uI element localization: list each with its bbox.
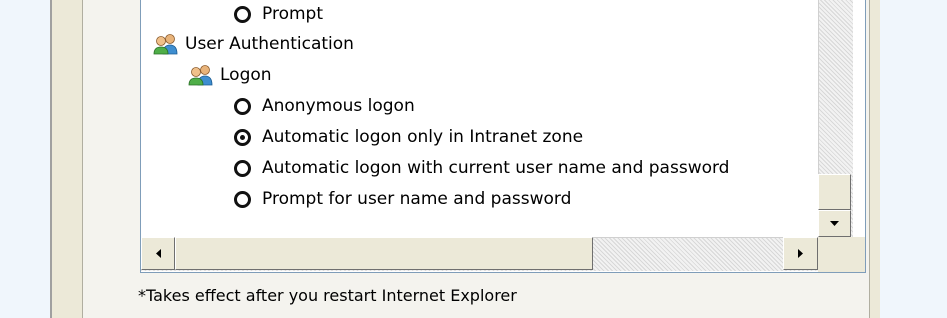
option-automatic-logon-current-user[interactable]: Automatic logon with current user name a… [234, 153, 729, 183]
background-right [878, 0, 947, 318]
scroll-down-button[interactable] [818, 210, 851, 237]
option-prompt-user-password[interactable]: Prompt for user name and password [234, 184, 571, 214]
option-label: Anonymous logon [262, 96, 415, 116]
group-user-authentication: User Authentication [153, 29, 354, 59]
scroll-left-button[interactable] [141, 237, 175, 270]
arrow-down-icon [830, 221, 839, 226]
user-authentication-label: User Authentication [185, 34, 354, 54]
horizontal-scroll-thumb[interactable] [175, 237, 593, 270]
option-prompt[interactable]: Prompt [234, 0, 323, 29]
radio-prompt[interactable] [234, 5, 251, 23]
restart-footnote: *Takes effect after you restart Internet… [138, 286, 517, 305]
radio-automatic-logon-current-user[interactable] [234, 159, 251, 177]
option-label: Prompt for user name and password [262, 189, 572, 209]
option-prompt-label: Prompt [262, 4, 323, 24]
users-icon [188, 65, 213, 86]
scrollbar-corner [818, 237, 865, 272]
internet-options-dialog: Prompt User Authentication Logon Anonymo… [50, 0, 880, 318]
option-label: Automatic logon with current user name a… [262, 158, 730, 178]
background-left [0, 0, 50, 318]
arrow-right-icon [798, 249, 803, 258]
logon-label: Logon [220, 65, 272, 85]
option-anonymous-logon[interactable]: Anonymous logon [234, 91, 415, 121]
radio-anonymous-logon[interactable] [234, 97, 251, 115]
scroll-right-button[interactable] [783, 237, 818, 270]
vertical-scroll-thumb[interactable] [818, 174, 851, 210]
option-label: Automatic logon only in Intranet zone [262, 127, 584, 147]
settings-tree: Prompt User Authentication Logon Anonymo… [141, 0, 818, 237]
option-automatic-logon-intranet[interactable]: Automatic logon only in Intranet zone [234, 122, 583, 152]
arrow-left-icon [155, 249, 161, 258]
group-logon: Logon [188, 60, 272, 90]
security-settings-frame: Prompt User Authentication Logon Anonymo… [82, 0, 870, 318]
radio-automatic-logon-intranet[interactable] [234, 128, 251, 146]
settings-list: Prompt User Authentication Logon Anonymo… [140, 0, 866, 273]
radio-prompt-user-password[interactable] [234, 190, 251, 208]
users-icon [153, 34, 178, 55]
